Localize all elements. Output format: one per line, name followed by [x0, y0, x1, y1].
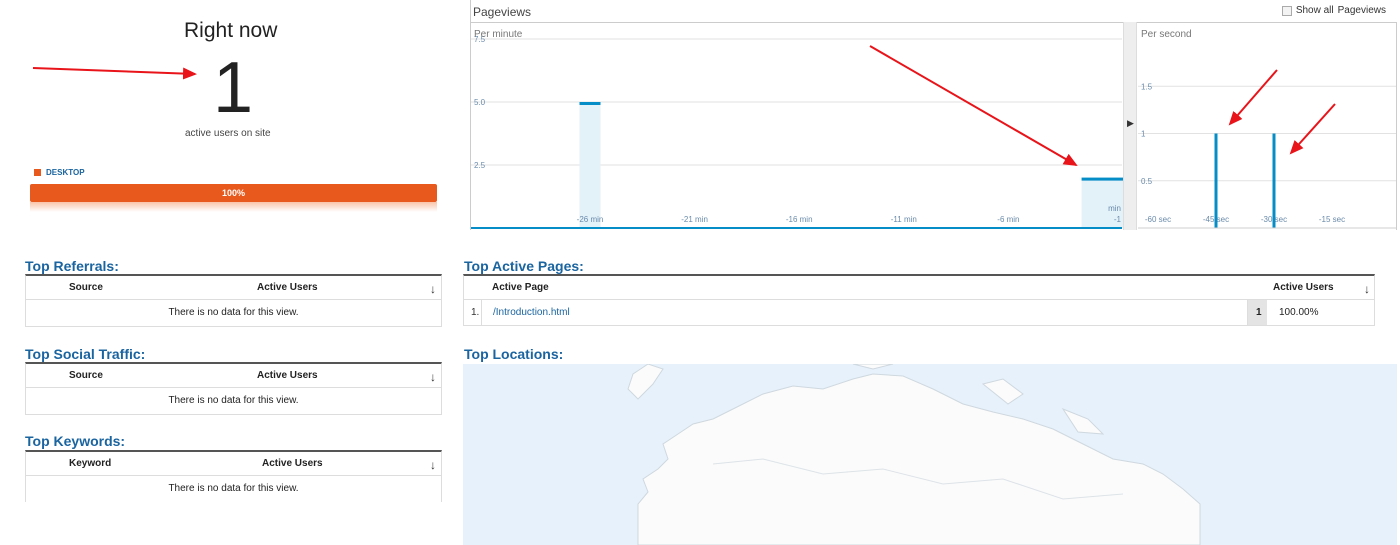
x-tick-label: -30 sec [1261, 215, 1287, 224]
referrals-title: Top Referrals: [25, 258, 119, 274]
empty-message: There is no data for this view. [168, 483, 299, 494]
world-map-shape [627, 364, 1201, 545]
referrals-table: Source Active Users ↓ There is no data f… [25, 274, 442, 327]
sort-down-icon[interactable]: ↓ [430, 370, 436, 384]
collapse-per-second-tab[interactable]: ▶ [1123, 22, 1137, 230]
active-pages-title: Top Active Pages: [464, 258, 584, 274]
y-tick-label: 5.0 [474, 98, 486, 107]
bar [1081, 177, 1103, 228]
active-pages-header: Active Page Active Users ↓ [464, 276, 1374, 300]
bar-cap [579, 102, 601, 105]
keywords-title: Top Keywords: [25, 433, 126, 449]
x-tick-label: -21 min [681, 215, 708, 224]
x-tick-label: -26 min [577, 215, 604, 224]
col-active-page-header[interactable]: Active Page [492, 282, 549, 293]
per-minute-label: Per minute [474, 29, 523, 40]
social-table-header: Source Active Users ↓ [26, 364, 441, 388]
col-active-users-header[interactable]: Active Users [1273, 282, 1334, 293]
table-row[interactable]: 1. /Introduction.html 1 100.00% [464, 300, 1374, 325]
col-active-users-header[interactable]: Active Users [262, 458, 323, 469]
x-tick-label: -11 min [891, 215, 917, 224]
empty-message: There is no data for this view. [168, 395, 299, 406]
sort-down-icon[interactable]: ↓ [1364, 282, 1370, 296]
social-title: Top Social Traffic: [25, 346, 146, 362]
bar-cap [1102, 177, 1124, 181]
locations-title: Top Locations: [464, 346, 564, 362]
bar [1214, 133, 1218, 228]
social-table: Source Active Users ↓ There is no data f… [25, 362, 442, 415]
bar-cap [1081, 177, 1103, 181]
row-users: 1 [1256, 307, 1262, 318]
sort-down-icon[interactable]: ↓ [430, 282, 436, 296]
bar [1272, 133, 1276, 228]
y-tick-label: 1 [1141, 130, 1146, 139]
x-tick-label: -45 sec [1203, 215, 1229, 224]
y-tick-label: 2.5 [474, 161, 486, 170]
col-keyword-header[interactable]: Keyword [69, 458, 111, 469]
keywords-table-header: Keyword Active Users ↓ [26, 452, 441, 476]
x-tick-label: -16 min [786, 215, 813, 224]
active-pages-table: Active Page Active Users ↓ 1. /Introduct… [463, 274, 1375, 326]
x-tick-label: -60 sec [1145, 215, 1171, 224]
keywords-table: Keyword Active Users ↓ There is no data … [25, 450, 442, 502]
col-source-header[interactable]: Source [69, 370, 103, 381]
page-link[interactable]: /Introduction.html [493, 307, 570, 318]
col-source-header[interactable]: Source [69, 282, 103, 293]
referrals-table-header: Source Active Users ↓ [26, 276, 441, 300]
pageviews-chart: 2.55.07.5Per minute-26 min -21 min -16 min… [471, 29, 1396, 229]
chevron-right-icon: ▶ [1127, 118, 1134, 128]
sort-down-icon[interactable]: ↓ [430, 458, 436, 472]
locations-map[interactable] [463, 364, 1397, 545]
col-active-users-header[interactable]: Active Users [257, 370, 318, 381]
empty-message: There is no data for this view. [168, 307, 299, 318]
x-tick-label: -1 [1114, 215, 1122, 224]
row-index-divider [464, 300, 482, 325]
col-active-users-header[interactable]: Active Users [257, 282, 318, 293]
x-tick-label: -6 min [997, 215, 1019, 224]
x-tick-label: min [1108, 204, 1121, 213]
row-percent: 100.00% [1279, 307, 1319, 318]
y-tick-label: 1.5 [1141, 82, 1153, 91]
x-tick-label: -15 sec [1319, 215, 1345, 224]
per-second-label: Per second [1141, 29, 1192, 40]
bar [579, 102, 601, 228]
y-tick-label: 0.5 [1141, 177, 1153, 186]
